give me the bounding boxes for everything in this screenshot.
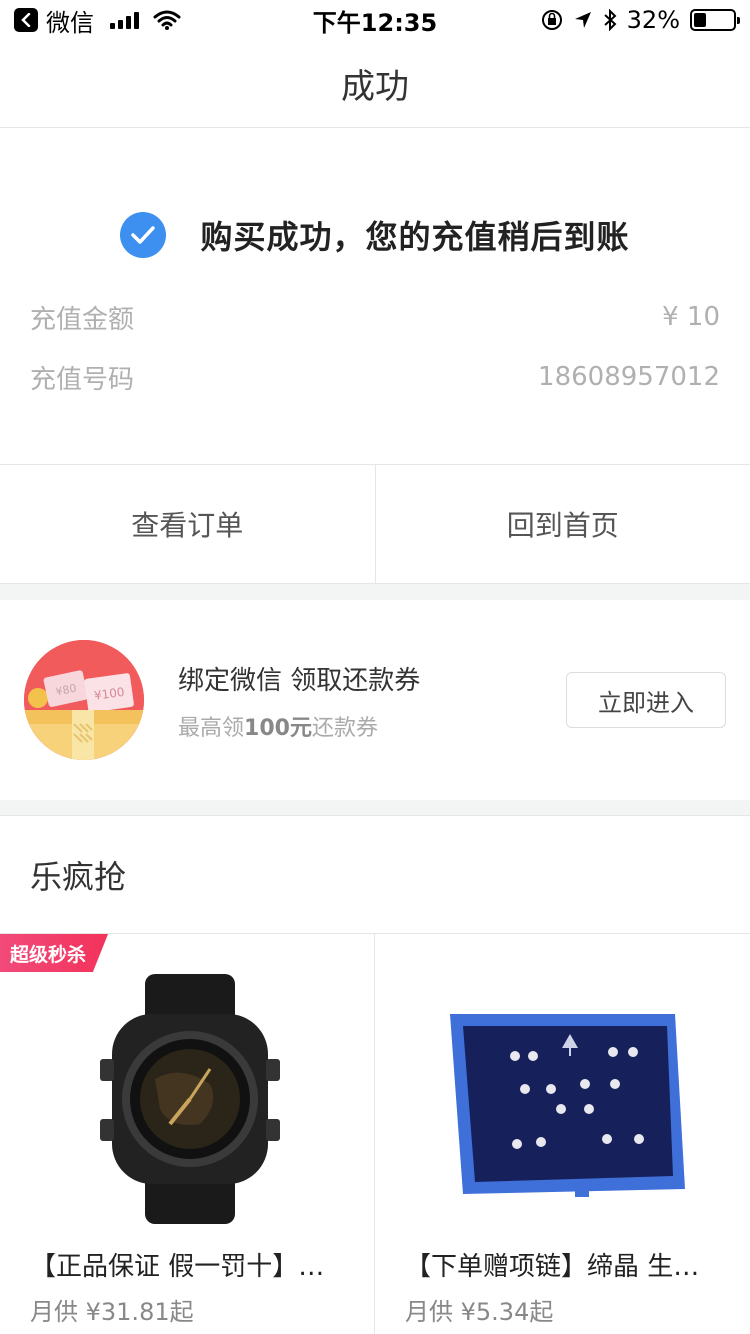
divider-band <box>0 800 750 816</box>
battery-percent: 32% <box>626 6 680 34</box>
success-header: 购买成功，您的充值稍后到账 <box>0 200 750 270</box>
amount-row: 充值金额 ¥ 10 <box>30 292 720 342</box>
promo-subtitle: 最高领100元还款券 <box>178 710 378 742</box>
phone-row: 充值号码 18608957012 <box>30 352 720 402</box>
amount-label: 充值金额 <box>30 304 135 335</box>
phone-value: 18608957012 <box>538 362 720 392</box>
location-icon <box>574 12 591 28</box>
back-home-button[interactable]: 回到首页 <box>374 465 750 583</box>
success-message: 购买成功，您的充值稍后到账 <box>200 218 630 256</box>
phone-label: 充值号码 <box>30 364 135 395</box>
product-card[interactable]: 【下单赠项链】缔晶 生… 月供 ¥5.34起 <box>375 934 750 1334</box>
coupon-illustration-icon: ¥80 ¥100 <box>24 640 144 760</box>
divider-band <box>0 584 750 600</box>
back-to-app-icon[interactable] <box>14 8 38 32</box>
product-grid: 超级秒杀 【正品保证 假一罚十】… 月供 ¥31.81起 【下单赠项链】缔晶 生… <box>0 934 750 1334</box>
rotation-lock-icon <box>541 10 562 30</box>
battery-icon <box>690 9 740 31</box>
promo-sub-suffix: 还款券 <box>311 716 378 741</box>
status-time: 下午12:35 <box>312 8 438 37</box>
product-card[interactable]: 超级秒杀 【正品保证 假一罚十】… 月供 ¥31.81起 <box>0 934 375 1334</box>
product-name: 【正品保证 假一罚十】… <box>30 1252 325 1282</box>
jewelry-box-image <box>435 964 690 1234</box>
action-bar: 查看订单 回到首页 <box>0 464 750 584</box>
page-title: 成功 <box>341 67 409 107</box>
promo-banner[interactable]: ¥80 ¥100 绑定微信 领取还款券 最高领100元还款券 立即进入 <box>0 600 750 800</box>
back-app-label[interactable]: 微信 <box>46 3 94 38</box>
product-name: 【下单赠项链】缔晶 生… <box>405 1252 700 1282</box>
product-price: 月供 ¥31.81起 <box>30 1298 194 1326</box>
check-circle-icon <box>120 212 167 258</box>
section-title: 乐疯抢 <box>30 858 127 896</box>
bluetooth-icon <box>603 9 617 31</box>
enter-now-button[interactable]: 立即进入 <box>566 672 726 728</box>
section-header: 乐疯抢 <box>0 817 750 934</box>
view-order-button[interactable]: 查看订单 <box>0 465 375 583</box>
product-price: 月供 ¥5.34起 <box>405 1298 554 1326</box>
status-bar: 微信 下午12:35 32% <box>0 0 750 40</box>
nav-bar: 成功 <box>0 40 750 128</box>
signal-icon <box>110 11 139 29</box>
promo-title: 绑定微信 领取还款券 <box>178 666 421 696</box>
promo-sub-prefix: 最高领 <box>178 716 245 741</box>
flash-sale-badge: 超级秒杀 <box>0 934 109 972</box>
wifi-icon <box>153 10 181 30</box>
promo-sub-amount: 100元 <box>244 716 312 741</box>
watch-image <box>60 964 315 1234</box>
amount-value: ¥ 10 <box>662 302 720 332</box>
